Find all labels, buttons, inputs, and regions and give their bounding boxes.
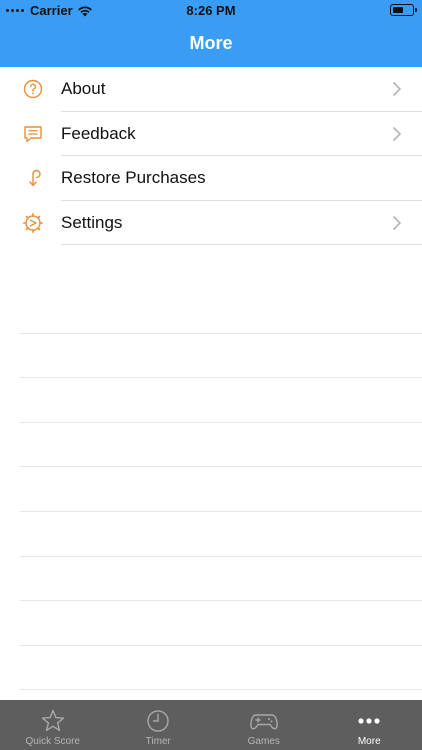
gamepad-icon	[249, 714, 278, 730]
chat-bubble-icon	[24, 125, 42, 142]
empty-row	[20, 601, 422, 646]
menu-item-settings[interactable]: Settings	[0, 201, 422, 245]
empty-row	[20, 334, 422, 379]
menu-item-label: About	[61, 79, 106, 99]
menu-item-about[interactable]: About	[0, 67, 422, 112]
tab-bar: Quick Score Timer Games More	[0, 700, 422, 750]
empty-rows	[20, 289, 422, 691]
empty-row	[20, 646, 422, 691]
status-time: 8:26 PM	[186, 3, 236, 18]
empty-row	[20, 378, 422, 423]
star-icon	[41, 709, 64, 732]
menu-item-label: Restore Purchases	[61, 168, 206, 188]
empty-row	[20, 467, 422, 512]
more-dots-icon	[358, 718, 380, 724]
menu-item-restore-purchases[interactable]: Restore Purchases	[0, 156, 422, 201]
battery-icon	[390, 4, 417, 16]
restore-arrow-icon	[29, 169, 41, 187]
clock-icon	[147, 710, 169, 732]
tab-label: Timer	[145, 736, 171, 747]
tab-label: More	[357, 736, 381, 747]
header: Carrier 8:26 PM More	[0, 0, 422, 67]
chevron-right-icon	[393, 215, 401, 230]
question-circle-icon	[23, 79, 43, 99]
row-divider	[61, 244, 422, 245]
menu-item-label: Settings	[61, 212, 123, 232]
tab-more[interactable]: More	[317, 700, 422, 750]
page-title: More	[189, 33, 233, 53]
tab-label: Games	[247, 736, 280, 747]
empty-row	[20, 289, 422, 334]
status-bar: Carrier 8:26 PM	[0, 0, 422, 22]
empty-row	[20, 557, 422, 602]
empty-row	[20, 512, 422, 557]
chevron-right-icon	[393, 82, 401, 96]
menu-item-label: Feedback	[61, 123, 136, 143]
gear-icon	[22, 212, 44, 233]
tab-timer[interactable]: Timer	[106, 700, 212, 750]
menu-item-feedback[interactable]: Feedback	[0, 112, 422, 156]
tab-quick-score[interactable]: Quick Score	[0, 700, 106, 750]
tab-label: Quick Score	[25, 736, 80, 747]
tab-games[interactable]: Games	[211, 700, 317, 750]
empty-row	[20, 423, 422, 468]
chevron-right-icon	[393, 126, 401, 141]
more-menu-list: About Feedback Restore Purchases Setting…	[0, 67, 422, 245]
